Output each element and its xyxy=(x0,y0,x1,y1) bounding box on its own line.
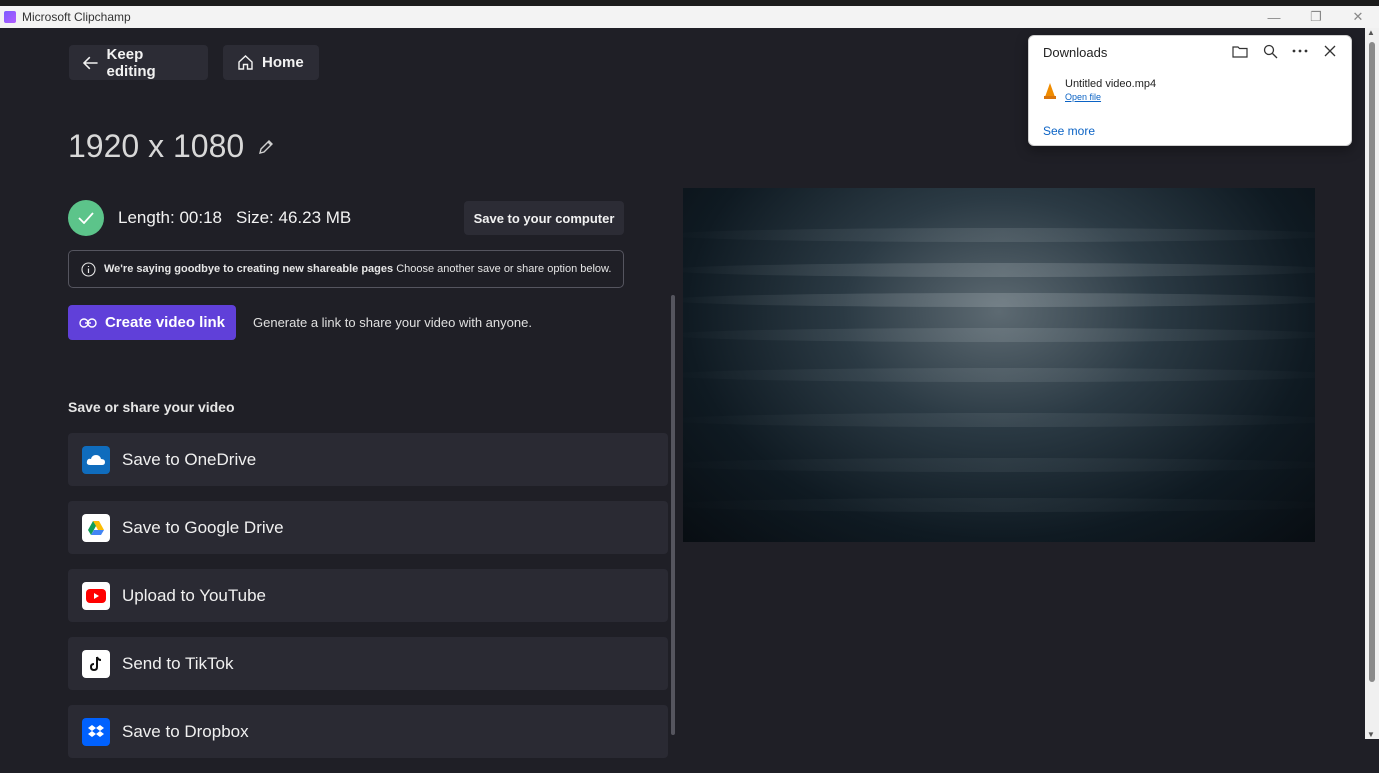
send-to-tiktok-button[interactable]: Send to TikTok xyxy=(68,637,668,690)
close-icon xyxy=(1324,45,1336,57)
video-preview[interactable] xyxy=(683,188,1315,542)
window-title: Microsoft Clipchamp xyxy=(22,10,131,24)
save-to-google-drive-button[interactable]: Save to Google Drive xyxy=(68,501,668,554)
wave-shape xyxy=(683,328,1315,342)
youtube-icon xyxy=(82,581,110,610)
video-length: Length: 00:18 xyxy=(118,208,222,227)
search-icon xyxy=(1263,44,1277,58)
download-item[interactable]: Untitled video.mp4 Open file xyxy=(1043,78,1156,102)
window-controls: — ❐ ✕ xyxy=(1253,6,1379,28)
scroll-down-arrow-icon[interactable]: ▼ xyxy=(1367,730,1375,739)
notice-rest-text: Choose another save or share option belo… xyxy=(396,263,612,275)
save-to-computer-button[interactable]: Save to your computer xyxy=(464,201,624,235)
share-list-scrollbar[interactable] xyxy=(671,295,675,735)
share-section-title: Save or share your video xyxy=(68,399,235,415)
ellipsis-icon xyxy=(1292,49,1308,53)
resolution-heading: 1920 x 1080 xyxy=(68,128,276,165)
close-window-button[interactable]: ✕ xyxy=(1337,6,1379,28)
video-size: Size: 46.23 MB xyxy=(235,208,352,227)
download-file-name: Untitled video.mp4 xyxy=(1065,78,1157,90)
wave-shape xyxy=(683,498,1315,512)
vlc-file-icon xyxy=(1044,83,1056,99)
tiktok-icon xyxy=(82,649,110,678)
share-item-label: Save to OneDrive xyxy=(122,449,257,469)
dropbox-icon xyxy=(82,717,110,746)
share-item-label: Send to TikTok xyxy=(122,653,234,673)
wave-shape xyxy=(683,368,1315,382)
page-scrollbar-thumb[interactable] xyxy=(1369,42,1375,682)
onedrive-icon xyxy=(82,445,110,474)
home-icon xyxy=(238,55,253,70)
share-item-label: Save to Google Drive xyxy=(122,517,284,537)
shareable-pages-notice: We're saying goodbye to creating new sha… xyxy=(68,250,624,288)
scroll-up-arrow-icon[interactable]: ▲ xyxy=(1367,28,1375,37)
see-more-link[interactable]: See more xyxy=(1043,124,1095,138)
share-item-label: Upload to YouTube xyxy=(122,585,266,605)
wave-shape xyxy=(683,293,1315,307)
clipchamp-app-icon xyxy=(4,11,16,23)
create-link-description: Generate a link to share your video with… xyxy=(253,315,532,330)
resolution-value: 1920 x 1080 xyxy=(68,128,245,164)
wave-shape xyxy=(683,263,1315,277)
close-downloads-button[interactable] xyxy=(1321,42,1339,60)
wave-shape xyxy=(683,228,1315,242)
page-scrollbar[interactable]: ▲ ▼ xyxy=(1365,28,1379,739)
home-button[interactable]: Home xyxy=(223,45,319,80)
export-complete-check-icon xyxy=(68,200,104,236)
restore-button[interactable]: ❐ xyxy=(1295,6,1337,28)
minimize-button[interactable]: — xyxy=(1253,6,1295,28)
export-status-row: Length: 00:18 Size: 46.23 MB xyxy=(68,200,351,236)
window-titlebar: Microsoft Clipchamp — ❐ ✕ xyxy=(0,0,1379,28)
downloads-flyout: Downloads Untitled video.mp4 Open file S… xyxy=(1028,35,1352,146)
arrow-left-icon xyxy=(83,56,98,69)
open-folder-button[interactable] xyxy=(1231,42,1249,60)
wave-shape xyxy=(683,413,1315,427)
share-options-list: Save to OneDrive Save to Google Drive Up… xyxy=(68,433,668,773)
google-drive-icon xyxy=(82,513,110,542)
open-file-link[interactable]: Open file xyxy=(1065,92,1156,102)
create-video-link-button[interactable]: Create video link xyxy=(68,305,236,340)
save-to-dropbox-button[interactable]: Save to Dropbox xyxy=(68,705,668,758)
notice-text: We're saying goodbye to creating new sha… xyxy=(104,263,611,275)
info-icon xyxy=(81,261,96,277)
create-video-link-label: Create video link xyxy=(104,314,226,331)
folder-icon xyxy=(1232,45,1248,58)
downloads-actions xyxy=(1231,42,1339,60)
link-icon xyxy=(79,317,97,328)
downloads-title: Downloads xyxy=(1043,45,1108,60)
wave-shape xyxy=(683,458,1315,472)
home-label: Home xyxy=(262,54,304,71)
more-options-button[interactable] xyxy=(1291,42,1309,60)
save-to-onedrive-button[interactable]: Save to OneDrive xyxy=(68,433,668,486)
keep-editing-label: Keep editing xyxy=(106,45,156,80)
keep-editing-button[interactable]: Keep editing xyxy=(69,45,208,80)
upload-to-youtube-button[interactable]: Upload to YouTube xyxy=(68,569,668,622)
search-downloads-button[interactable] xyxy=(1261,42,1279,60)
pencil-edit-icon[interactable] xyxy=(256,137,276,157)
notice-bold-text: We're saying goodbye to creating new sha… xyxy=(104,263,394,275)
